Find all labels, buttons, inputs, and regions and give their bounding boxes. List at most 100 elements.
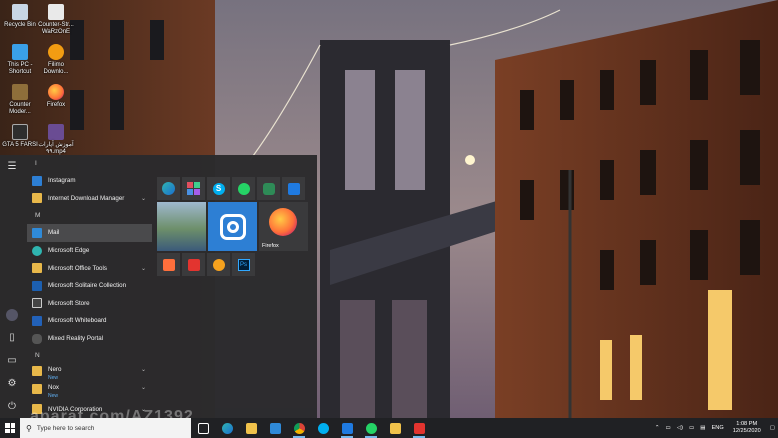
counter-strike-icon xyxy=(48,4,64,20)
task-view-button[interactable] xyxy=(191,418,215,438)
folder-icon xyxy=(389,422,401,434)
recycle-bin-icon xyxy=(12,4,28,20)
desktop-icon-video-file[interactable]: آموزش آپارات ۹۹.mp4 xyxy=(36,124,76,156)
power-icon[interactable]: ⏻ xyxy=(6,401,18,413)
volume-icon[interactable]: ◁) xyxy=(677,425,683,431)
taskbar-edge[interactable] xyxy=(215,418,239,438)
tile-firefox[interactable]: Firefox xyxy=(259,202,308,251)
app-item-nero[interactable]: Nero New ⌄ xyxy=(27,364,152,382)
app-folder-icon xyxy=(187,182,200,195)
taskbar-skype[interactable] xyxy=(311,418,335,438)
app-item-microsoft-whiteboard[interactable]: Microsoft Whiteboard xyxy=(27,312,152,330)
app-item-internet-download-manager[interactable]: Internet Download Manager ⌄ xyxy=(27,190,152,208)
clock[interactable]: 1:08 PM 12/25/2020 xyxy=(733,421,761,435)
user-avatar-icon[interactable] xyxy=(6,309,18,321)
taskbar-chrome[interactable] xyxy=(287,418,311,438)
app-item-microsoft-edge[interactable]: Microsoft Edge xyxy=(27,242,152,260)
tile-instagram[interactable] xyxy=(208,202,257,251)
app-list: I Instagram Internet Download Manager ⌄ … xyxy=(27,155,152,418)
chevron-down-icon: ⌄ xyxy=(140,265,146,272)
tile-photoshop[interactable]: Ps xyxy=(232,253,255,276)
folder-icon xyxy=(32,366,42,377)
desktop-icon-counter-modern[interactable]: Counter Moder... xyxy=(0,84,40,116)
app-icon xyxy=(341,422,353,434)
desktop-icon-counter-strike[interactable]: Counter-Str... WaRzOnE xyxy=(34,4,78,36)
photoshop-icon: Ps xyxy=(237,258,250,271)
desktop-icon-this-pc[interactable]: This PC - Shortcut xyxy=(0,44,40,76)
store-icon xyxy=(32,298,42,309)
desktop-icon-firefox[interactable]: Firefox xyxy=(36,84,76,109)
start-menu: ☰ ▯ ▭ ⚙ ⏻ I Instagram Internet Download … xyxy=(0,155,317,418)
desktop-icon-filimo[interactable]: Filimo Downlo... xyxy=(36,44,76,76)
folder-icon xyxy=(32,263,42,274)
counter-modern-icon xyxy=(12,84,28,100)
tile-whatsapp[interactable] xyxy=(232,177,255,200)
documents-icon[interactable]: ▯ xyxy=(6,332,18,344)
app-icon xyxy=(262,182,275,195)
hamburger-menu-icon[interactable]: ☰ xyxy=(6,161,18,173)
taskbar-app-red[interactable] xyxy=(407,418,431,438)
media-player-icon xyxy=(212,258,225,271)
video-player-icon xyxy=(287,182,300,195)
chevron-down-icon: ⌄ xyxy=(140,367,146,374)
battery-icon[interactable]: ▭ xyxy=(689,425,694,431)
language-indicator[interactable]: ENG xyxy=(712,425,724,431)
this-pc-icon xyxy=(12,44,28,60)
app-icon xyxy=(187,258,200,271)
desktop-icon-gta[interactable]: GTA 5 FARSI xyxy=(0,124,40,149)
tile-app-folder[interactable] xyxy=(182,177,205,200)
app-item-mail[interactable]: Mail xyxy=(27,224,152,242)
tile-photos[interactable] xyxy=(157,202,206,251)
whiteboard-icon xyxy=(32,315,42,326)
tile-edge[interactable] xyxy=(157,177,180,200)
chrome-icon xyxy=(293,422,305,434)
windows-logo-icon xyxy=(5,423,15,433)
folder-icon xyxy=(32,384,42,395)
letter-header-n[interactable]: N xyxy=(27,347,152,364)
network-icon[interactable]: ▭ xyxy=(666,425,671,431)
firefox-icon xyxy=(48,84,64,100)
taskbar-file-explorer[interactable] xyxy=(383,418,407,438)
app-item-mixed-reality-portal[interactable]: Mixed Reality Portal xyxy=(27,330,152,348)
taskbar-whatsapp[interactable] xyxy=(359,418,383,438)
instagram-icon xyxy=(32,175,42,186)
app-icon xyxy=(162,258,175,271)
tile-app-green[interactable] xyxy=(257,177,280,200)
chevron-up-icon[interactable]: ⌃ xyxy=(655,425,660,431)
skype-icon xyxy=(317,422,329,434)
store-icon xyxy=(245,422,257,434)
tile-media-player[interactable] xyxy=(207,253,230,276)
edge-icon xyxy=(32,245,42,256)
settings-icon[interactable]: ⚙ xyxy=(6,378,18,390)
app-item-microsoft-office-tools[interactable]: Microsoft Office Tools ⌄ xyxy=(27,259,152,277)
app-icon xyxy=(413,422,425,434)
taskbar-mail[interactable] xyxy=(263,418,287,438)
folder-icon xyxy=(32,193,42,204)
tile-skype[interactable]: S xyxy=(207,177,230,200)
keyboard-icon[interactable]: ▤ xyxy=(700,425,705,431)
mail-icon xyxy=(32,227,42,238)
tile-app-red[interactable] xyxy=(182,253,205,276)
taskbar-search-box[interactable]: ⚲ Type here to search xyxy=(20,418,191,438)
pictures-icon[interactable]: ▭ xyxy=(6,355,18,367)
notification-icon[interactable]: ▢ xyxy=(770,425,775,431)
taskbar-app-blue[interactable] xyxy=(335,418,359,438)
app-item-nox[interactable]: Nox New ⌄ xyxy=(27,382,152,400)
edge-icon xyxy=(221,422,233,434)
start-button[interactable] xyxy=(0,418,20,438)
letter-header-m[interactable]: M xyxy=(27,207,152,224)
app-item-microsoft-solitaire-collection[interactable]: Microsoft Solitaire Collection xyxy=(27,277,152,295)
letter-header-i[interactable]: I xyxy=(27,155,152,172)
app-item-instagram[interactable]: Instagram xyxy=(27,172,152,190)
start-rail: ☰ ▯ ▭ ⚙ ⏻ xyxy=(0,155,24,418)
tile-video-player[interactable] xyxy=(282,177,305,200)
video-file-icon xyxy=(48,124,64,140)
taskbar-store[interactable] xyxy=(239,418,263,438)
tile-app-orange[interactable] xyxy=(157,253,180,276)
mail-icon xyxy=(269,422,281,434)
app-item-microsoft-store[interactable]: Microsoft Store xyxy=(27,295,152,313)
chevron-down-icon: ⌄ xyxy=(140,385,146,392)
chevron-down-icon: ⌄ xyxy=(140,195,146,202)
search-icon: ⚲ xyxy=(26,423,32,433)
solitaire-icon xyxy=(32,280,42,291)
